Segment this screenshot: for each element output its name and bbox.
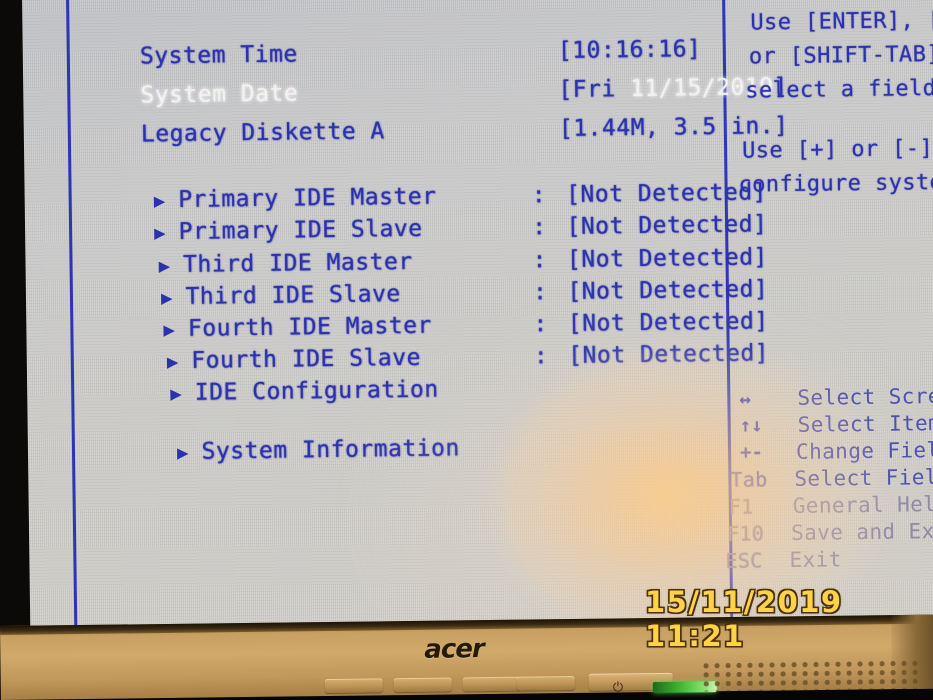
help-text-line-2: or [SHIFT-TAB]: [748, 41, 933, 70]
power-icon: ⏻: [612, 680, 624, 696]
help-text-line-4: Use [+] or [-] t: [741, 136, 933, 164]
help-text-line-1: Use [ENTER], [T: [750, 7, 933, 36]
speaker-vent-grille: [700, 658, 923, 692]
menu-row-system-information[interactable]: ▶ System Information: [100, 416, 461, 485]
monitor-osd-button-1[interactable]: [324, 678, 383, 694]
key-symbol-tab: Tab: [730, 467, 768, 492]
monitor-osd-button-2[interactable]: [393, 677, 452, 693]
photograph-of-bios-screen: System Time [10:16:16] System Date [Fri …: [0, 0, 933, 700]
separator-colon: :: [533, 343, 549, 370]
triangle-right-icon: ▶: [176, 441, 189, 465]
menu-row-ide-configuration[interactable]: ▶ IDE Configuration: [93, 358, 439, 427]
key-description-select-item: Select Item: [797, 411, 933, 437]
help-text-line-5: configure system: [738, 169, 933, 198]
key-description-select-screen: Select Scree: [797, 383, 933, 410]
device-status-fourth-ide-slave: : [Not Detected]: [456, 321, 770, 389]
acer-brand-logo: acer: [424, 634, 484, 665]
menu-label-ide-configuration: IDE Configuration: [194, 376, 439, 406]
monitor-screen: System Time [10:16:16] System Date [Fri …: [22, 0, 933, 642]
monitor-osd-button-4[interactable]: [516, 675, 575, 691]
monitor-osd-button-3[interactable]: [462, 676, 521, 692]
help-text-line-3: select a field.: [745, 75, 933, 104]
device-status-text: [Not Detected]: [568, 340, 770, 369]
key-symbol-esc: ESC: [725, 548, 763, 573]
key-symbol-left-right-arrow: ↔: [739, 388, 751, 411]
key-description-save-and-exit: Save and Exi: [790, 518, 933, 545]
key-description-select-field: Select Field: [794, 464, 933, 491]
key-symbol-up-down-arrow: ↑↓: [739, 414, 763, 437]
key-description-change-field: Change Field: [795, 437, 933, 464]
key-symbol-f1: F1: [728, 494, 754, 519]
triangle-right-icon: ▶: [170, 382, 182, 406]
key-symbol-f10: F10: [726, 521, 765, 546]
bios-setup-utility: System Time [10:16:16] System Date [Fri …: [22, 0, 933, 642]
key-description-exit: Exit: [789, 547, 842, 573]
menu-label-system-information: System Information: [201, 435, 460, 465]
camera-timestamp-overlay: 15/11/2019 11:21: [645, 585, 843, 653]
setting-row-legacy-diskette-a[interactable]: Legacy Diskette A: [63, 99, 385, 167]
key-description-general-help: General Help: [792, 491, 933, 518]
setting-label-legacy-diskette-a: Legacy Diskette A: [140, 118, 385, 148]
key-symbol-plus-minus: +-: [739, 441, 764, 464]
